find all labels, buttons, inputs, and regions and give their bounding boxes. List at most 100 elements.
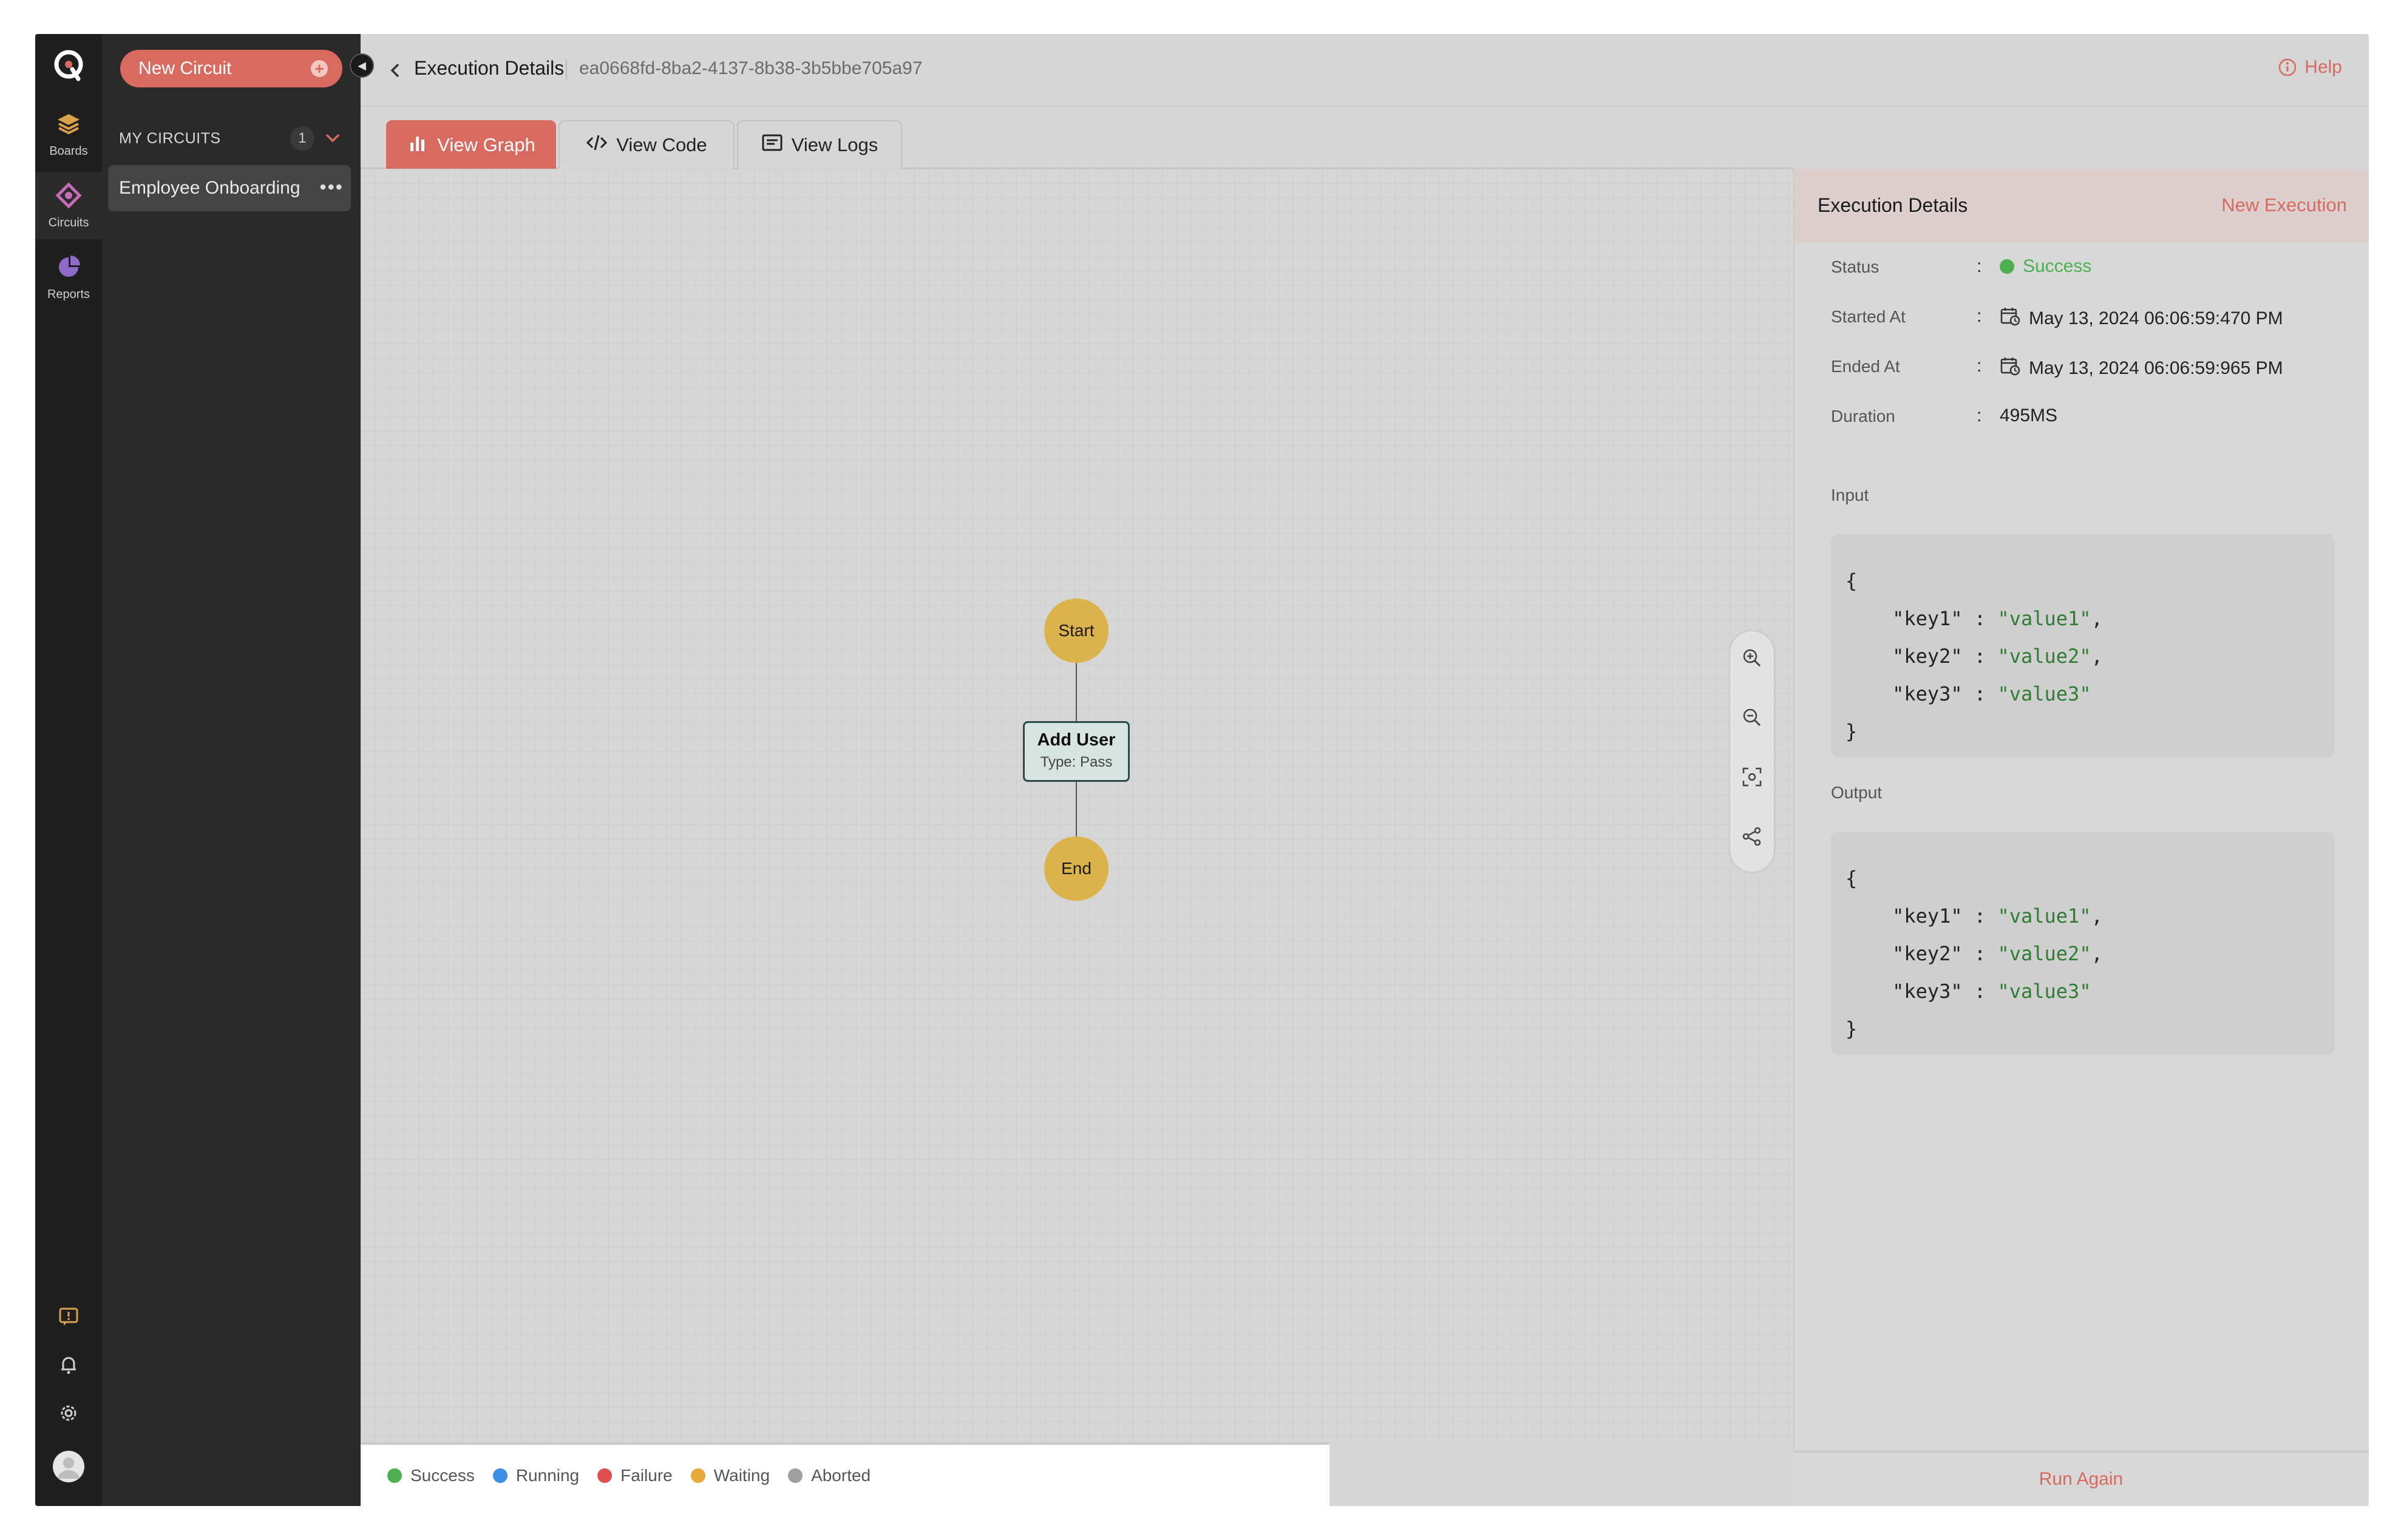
failure-dot-icon <box>597 1468 613 1483</box>
started-value-wrap: May 13, 2024 06:06:59:470 PM <box>2000 306 2283 331</box>
aborted-dot-icon <box>788 1468 803 1483</box>
node-type: Type: Pass <box>1040 754 1113 770</box>
duration-row: Duration : 495MS <box>1831 402 2353 432</box>
colon: : <box>1977 256 1982 276</box>
divider <box>566 59 567 80</box>
rail-item-label: Circuits <box>48 215 89 229</box>
edge-start-to-add-user <box>1076 663 1077 721</box>
tab-view-logs[interactable]: View Logs <box>737 120 902 169</box>
legend-item-aborted: Aborted <box>788 1466 871 1485</box>
layout-icon[interactable] <box>1741 826 1763 847</box>
new-circuit-label: New Circuit <box>138 58 232 78</box>
bar-chart-icon <box>407 132 437 158</box>
rail-item-circuits[interactable]: Circuits <box>35 172 102 239</box>
running-dot-icon <box>492 1468 508 1483</box>
bell-icon[interactable] <box>35 1354 102 1375</box>
colon: : <box>1977 306 1982 326</box>
page-header: Execution Details ea0668fd-8ba2-4137-8b3… <box>361 34 2369 107</box>
ended-label: Ended At <box>1831 357 1900 376</box>
info-icon <box>2278 58 2297 77</box>
execution-details-panel: Execution Details New Execution Status :… <box>1793 169 2369 1506</box>
calendar-clock-icon <box>2000 356 2029 381</box>
tab-view-code[interactable]: View Code <box>559 120 735 169</box>
details-header: Execution Details New Execution <box>1795 169 2369 243</box>
pie-chart-icon <box>55 254 82 288</box>
node-label: Start <box>1058 621 1095 640</box>
canvas-footer <box>1329 1442 1793 1506</box>
rail-item-boards[interactable]: Boards <box>35 101 102 168</box>
legend-item-success: Success <box>387 1466 475 1485</box>
start-node[interactable]: Start <box>1044 599 1109 663</box>
legend-item-waiting: Waiting <box>690 1465 770 1485</box>
edge-add-user-to-end <box>1076 782 1077 836</box>
brace: { <box>1845 867 1858 890</box>
calendar-clock-icon <box>2000 306 2029 331</box>
collapse-sidebar-button[interactable]: ◀ <box>350 53 374 78</box>
brace: } <box>1845 720 1858 743</box>
output-json-block[interactable]: { "key1" : "value1", "key2" : "value2", … <box>1831 832 2335 1055</box>
add-user-node[interactable]: Add User Type: Pass <box>1023 721 1130 782</box>
app-window: Boards Circuits Reports New Circuit + MY… <box>35 34 2369 1506</box>
node-label: End <box>1061 859 1092 878</box>
json-line: "key3" : "value3" <box>1892 682 2091 705</box>
help-link[interactable]: Help <box>2278 57 2342 78</box>
more-options-icon[interactable]: ••• <box>319 176 344 198</box>
tab-view-graph[interactable]: View Graph <box>386 120 556 169</box>
circuits-panel: New Circuit + MY CIRCUITS 1 Employee Onb… <box>102 34 361 1506</box>
new-execution-button[interactable]: New Execution <box>2221 194 2347 216</box>
section-title: MY CIRCUITS <box>119 129 221 147</box>
circuit-list-item[interactable]: Employee Onboarding ••• <box>108 165 351 211</box>
legend-label: Aborted <box>811 1465 871 1485</box>
started-label: Started At <box>1831 307 1906 326</box>
graph-canvas[interactable]: Start Add User Type: Pass End <box>361 169 1793 1442</box>
gear-icon[interactable] <box>35 1402 102 1424</box>
run-again-button[interactable]: Run Again <box>1793 1451 2369 1506</box>
execution-id: ea0668fd-8ba2-4137-8b38-3b5bbe705a97 <box>579 58 923 78</box>
legend-label: Success <box>410 1465 475 1485</box>
status-row: Status : Success <box>1831 253 2353 283</box>
tab-label: View Logs <box>791 134 878 155</box>
tab-label: View Code <box>616 134 707 155</box>
brace: } <box>1845 1017 1858 1040</box>
new-circuit-button[interactable]: New Circuit + <box>120 50 342 87</box>
node-title: Add User <box>1037 730 1116 750</box>
circuit-count-badge: 1 <box>290 126 314 151</box>
success-status-icon <box>2000 259 2014 274</box>
zoom-out-icon[interactable] <box>1741 707 1763 728</box>
status-label: Status <box>1831 257 1879 276</box>
brace: { <box>1845 569 1858 592</box>
ended-value-wrap: May 13, 2024 06:06:59:965 PM <box>2000 356 2283 381</box>
output-label: Output <box>1831 783 1883 802</box>
ended-at-row: Ended At : May 13, 2024 06:06:59:965 PM <box>1831 352 2353 382</box>
rail-item-label: Reports <box>47 287 90 301</box>
input-label: Input <box>1831 486 1869 504</box>
rail-item-label: Boards <box>49 144 88 158</box>
circuit-icon <box>55 181 82 216</box>
json-line: "key2" : "value2", <box>1892 645 2103 668</box>
json-line: "key2" : "value2", <box>1892 942 2103 965</box>
json-line: "key3" : "value3" <box>1892 980 2091 1003</box>
page-title: Execution Details <box>414 57 565 79</box>
status-legend: Success Running Failure Waiting Aborted <box>361 1442 1329 1506</box>
success-dot-icon <box>387 1468 402 1483</box>
my-circuits-header[interactable]: MY CIRCUITS 1 <box>119 124 344 153</box>
end-node[interactable]: End <box>1044 836 1109 901</box>
avatar[interactable] <box>35 1450 102 1484</box>
colon: : <box>1977 356 1982 376</box>
chevron-down-icon[interactable] <box>322 126 344 151</box>
zoom-controls <box>1730 631 1774 872</box>
status-value: Success <box>2023 256 2092 276</box>
ended-value: May 13, 2024 06:06:59:965 PM <box>2029 358 2283 378</box>
rail-item-reports[interactable]: Reports <box>35 244 102 311</box>
feedback-icon[interactable] <box>35 1305 102 1327</box>
duration-value: 495MS <box>2000 405 2058 426</box>
status-value-wrap: Success <box>2000 256 2091 277</box>
input-json-block[interactable]: { "key1" : "value1", "key2" : "value2", … <box>1831 534 2335 758</box>
started-at-row: Started At : May 13, 2024 06:06:59:470 P… <box>1831 302 2353 333</box>
help-label: Help <box>2304 57 2342 77</box>
zoom-in-icon[interactable] <box>1741 647 1763 669</box>
legend-label: Waiting <box>713 1465 770 1485</box>
back-arrow-icon[interactable] <box>386 59 404 81</box>
layers-icon <box>55 110 82 144</box>
fit-view-icon[interactable] <box>1741 766 1763 788</box>
